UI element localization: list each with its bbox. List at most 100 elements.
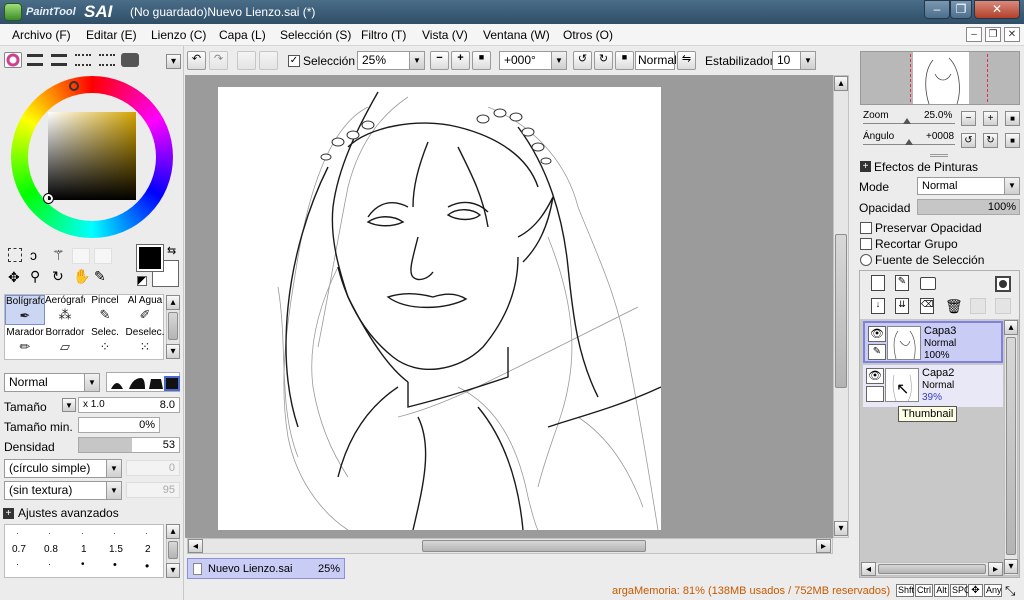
flip-horizontal-button[interactable]: ⇋	[677, 51, 696, 70]
tool-al-agua[interactable]: Al Agua ✐	[125, 295, 165, 325]
paint-effects-header[interactable]: Efectos de Pinturas	[874, 160, 978, 174]
swatches-tab[interactable]	[75, 54, 91, 66]
menu-capa[interactable]: Capa (L)	[219, 28, 266, 42]
panel-splitter-handle[interactable]	[930, 154, 948, 157]
selection-checkbox[interactable]: ✓	[288, 55, 300, 67]
preset-size[interactable]: 2	[145, 544, 151, 555]
canvas-viewport[interactable]	[185, 75, 835, 538]
menu-lienzo[interactable]: Lienzo (C)	[151, 28, 206, 42]
scroll-thumb[interactable]	[422, 540, 646, 552]
layer-thumbnail[interactable]	[887, 326, 921, 360]
swap-colors-icon[interactable]: ⇆	[167, 244, 176, 257]
color-wheel-tab[interactable]	[4, 52, 22, 68]
magic-wand-icon[interactable]: ⚚	[52, 247, 65, 264]
mdi-minimize-button[interactable]: –	[966, 27, 982, 42]
tool-aerografo[interactable]: Aerógrafo ⁂	[45, 295, 85, 325]
merge-down-icon[interactable]: ⇊	[895, 298, 909, 314]
scroll-up-arrow[interactable]: ▴	[166, 524, 180, 539]
color-mixer-tab[interactable]	[121, 53, 139, 67]
nav-zoom-in-button[interactable]: +	[983, 111, 998, 126]
hand-icon[interactable]: ✋	[73, 268, 90, 285]
scroll-thumb[interactable]	[878, 564, 986, 574]
preset-size[interactable]: 1.5	[109, 544, 123, 555]
selection-source-radio[interactable]	[860, 254, 872, 266]
scroll-thumb[interactable]	[835, 234, 847, 388]
menu-otros[interactable]: Otros (O)	[563, 28, 613, 42]
reset-colors-icon[interactable]	[137, 276, 147, 286]
rotate-reset-button[interactable]: ■	[615, 51, 634, 70]
plus-icon[interactable]: +	[3, 508, 14, 519]
scroll-up-arrow[interactable]: ▴	[834, 76, 848, 91]
mdi-restore-button[interactable]: ❐	[985, 27, 1001, 42]
canvas-vertical-scrollbar[interactable]: ▴ ▾	[833, 75, 849, 538]
canvas-horizontal-scrollbar[interactable]: ◂ ▸	[187, 538, 833, 554]
edit-pen-slot[interactable]	[866, 386, 884, 402]
scroll-down-arrow[interactable]: ▾	[166, 344, 180, 359]
texture-strength-field[interactable]: 95	[126, 482, 180, 498]
size-field[interactable]: x 1.0 8.0	[78, 397, 180, 413]
brush-mode-select[interactable]: Normal ▼	[4, 373, 100, 392]
scroll-up-arrow[interactable]: ▴	[166, 295, 180, 310]
tool-grid-scrollbar[interactable]: ▴ ▾	[166, 295, 180, 359]
visibility-eye-icon[interactable]: 👁	[868, 326, 886, 342]
scroll-right-arrow[interactable]: ▸	[988, 562, 1003, 576]
brush-texture-select[interactable]: (sin textura) ▼	[4, 481, 122, 500]
preset-size[interactable]: 0.7	[12, 544, 26, 555]
deselect-button[interactable]	[237, 51, 256, 70]
density-slider[interactable]: 53	[78, 437, 180, 453]
menu-filtro[interactable]: Filtro (T)	[361, 28, 406, 42]
undo-button[interactable]: ↶	[187, 51, 206, 70]
shape-strength-field[interactable]: 0	[126, 460, 180, 476]
zoom-icon[interactable]: ⚲	[30, 268, 40, 285]
redo-button[interactable]: ↷	[209, 51, 228, 70]
layer-list-h-scrollbar[interactable]: ◂ ▸	[861, 562, 1004, 576]
new-folder-icon[interactable]	[920, 277, 936, 290]
new-linework-layer-icon[interactable]: ✎	[895, 275, 909, 291]
nav-angle-slider-handle[interactable]	[905, 139, 913, 145]
delete-layer-icon[interactable]: 🗑	[945, 298, 963, 314]
minimize-button[interactable]: –	[924, 0, 950, 19]
lasso-icon[interactable]: ↄ	[30, 247, 37, 263]
left-panel-menu-button[interactable]: ▾	[166, 54, 181, 69]
rotate-right-button[interactable]: ↻	[594, 51, 613, 70]
nav-zoom-slider-handle[interactable]	[903, 118, 911, 124]
nav-zoom-reset-button[interactable]: ■	[1005, 111, 1020, 126]
hsv-slider-tab[interactable]	[51, 54, 67, 66]
tool-selec[interactable]: Selec. ⁘	[85, 327, 125, 357]
stabilizer-select[interactable]: 10 ▼	[772, 51, 816, 70]
min-size-field[interactable]: 0%	[78, 417, 160, 433]
scratchpad-tab[interactable]	[99, 54, 115, 66]
layer-mode-select[interactable]: Normal ▼	[917, 177, 1020, 195]
foreground-color-swatch[interactable]	[136, 244, 164, 272]
brush-shape-select[interactable]: (círculo simple) ▼	[4, 459, 122, 478]
menu-vista[interactable]: Vista (V)	[422, 28, 468, 42]
close-button[interactable]: ✕	[974, 0, 1020, 19]
eyedropper-icon[interactable]: ✎	[94, 268, 106, 285]
move-icon[interactable]: ✥	[8, 269, 20, 286]
layer-row-capa2[interactable]: 👁 Capa2 Normal 39%	[863, 365, 1003, 407]
preset-size[interactable]: 0.8	[44, 544, 58, 555]
edit-pen-icon[interactable]: ✎	[868, 344, 886, 360]
scroll-down-arrow[interactable]: ▾	[166, 563, 180, 578]
zoom-reset-button[interactable]: ■	[472, 51, 491, 70]
saturation-value-square[interactable]	[48, 112, 136, 200]
rotate-icon[interactable]: ↻	[52, 268, 64, 285]
menu-ventana[interactable]: Ventana (W)	[483, 28, 550, 42]
plus-icon[interactable]: +	[860, 161, 871, 172]
layer-mask-icon[interactable]	[995, 276, 1011, 292]
scroll-down-arrow[interactable]: ▾	[1004, 559, 1018, 574]
transfer-down-icon[interactable]: ↓	[871, 298, 885, 314]
tool-boligrafo[interactable]: Bolígrafo ✒	[5, 295, 45, 325]
advanced-settings-label[interactable]: Ajustes avanzados	[18, 506, 119, 520]
layer-row-capa3[interactable]: 👁 ✎ Capa3 Normal 100%	[863, 321, 1003, 363]
clip-group-checkbox[interactable]	[860, 238, 872, 250]
preset-size[interactable]: 1	[81, 544, 87, 555]
preserve-opacity-checkbox[interactable]	[860, 222, 872, 234]
zoom-out-button[interactable]: −	[430, 51, 449, 70]
nav-rotate-reset-button[interactable]: ■	[1005, 133, 1020, 148]
clear-layer-icon[interactable]: ⌫	[920, 298, 934, 314]
scroll-down-arrow[interactable]: ▾	[834, 521, 848, 536]
blend-mode-field[interactable]: Normal	[635, 51, 677, 70]
mdi-close-button[interactable]: ✕	[1004, 27, 1020, 42]
nav-rotate-right-button[interactable]: ↻	[983, 133, 998, 148]
